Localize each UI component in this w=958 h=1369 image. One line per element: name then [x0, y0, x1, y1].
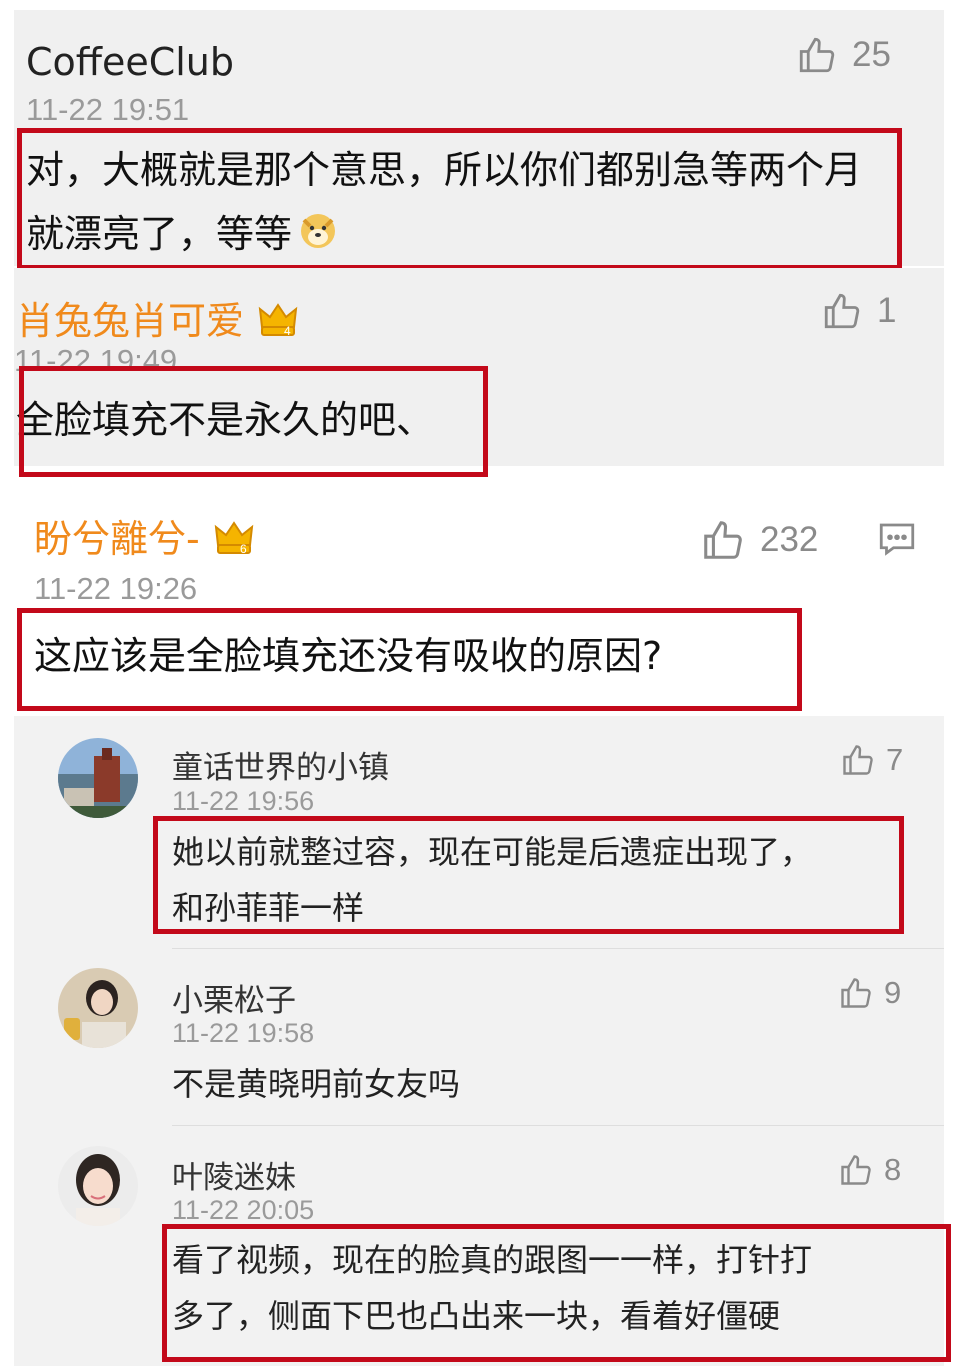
- reply-timestamp: 11-22 19:56: [172, 786, 315, 816]
- highlight-box: [19, 366, 488, 477]
- like-button[interactable]: 1: [821, 290, 896, 332]
- thumbs-up-icon: [704, 521, 742, 559]
- reply-timestamp: 11-22 20:05: [172, 1195, 315, 1225]
- like-count: 1: [877, 291, 897, 330]
- thumbs-up-icon: [799, 37, 835, 73]
- avatar[interactable]: [58, 968, 138, 1048]
- avatar[interactable]: [58, 738, 138, 818]
- thumbs-up-icon: [843, 745, 873, 775]
- crown-badge-icon: 6: [212, 515, 256, 568]
- reply-button[interactable]: [876, 518, 918, 564]
- highlight-box: [17, 128, 902, 270]
- thumbs-up-icon: [841, 1155, 871, 1185]
- avatar[interactable]: [58, 1146, 138, 1226]
- like-button[interactable]: 7: [840, 742, 903, 778]
- crown-badge-icon: 4: [256, 297, 300, 350]
- like-button[interactable]: 8: [838, 1152, 901, 1188]
- highlight-box: [17, 608, 802, 711]
- comment-username[interactable]: CoffeeClub: [26, 40, 234, 84]
- divider: [172, 948, 944, 949]
- like-count: 8: [884, 1152, 902, 1187]
- like-count: 232: [760, 520, 819, 559]
- like-button[interactable]: 9: [838, 975, 901, 1011]
- comment-timestamp: 11-22 19:26: [34, 571, 198, 606]
- like-button[interactable]: 25: [796, 34, 891, 76]
- comment-icon: [879, 523, 915, 556]
- reply-timestamp: 11-22 19:58: [172, 1018, 315, 1048]
- reply-username[interactable]: 叶陵迷妹: [172, 1152, 296, 1197]
- thumbs-up-icon: [841, 978, 871, 1008]
- reply-username[interactable]: 小栗松子: [172, 975, 296, 1020]
- like-count: 7: [886, 742, 904, 777]
- comment-timestamp: 11-22 19:51: [26, 92, 190, 127]
- comment-username[interactable]: 肖兔兔肖可爱 4: [16, 290, 300, 350]
- badge-level: 6: [240, 542, 247, 556]
- like-button[interactable]: 232: [700, 517, 818, 563]
- comment-username[interactable]: 盼兮離兮- 6: [34, 508, 256, 568]
- reply-text: 不是黄晓明前女友吗: [172, 1065, 461, 1103]
- like-count: 9: [884, 975, 902, 1010]
- badge-level: 4: [284, 324, 291, 338]
- highlight-box: [153, 816, 904, 934]
- highlight-box: [162, 1224, 951, 1362]
- divider: [172, 1125, 944, 1126]
- reply-username[interactable]: 童话世界的小镇: [172, 742, 389, 787]
- like-count: 25: [852, 35, 891, 74]
- thumbs-up-icon: [824, 293, 860, 329]
